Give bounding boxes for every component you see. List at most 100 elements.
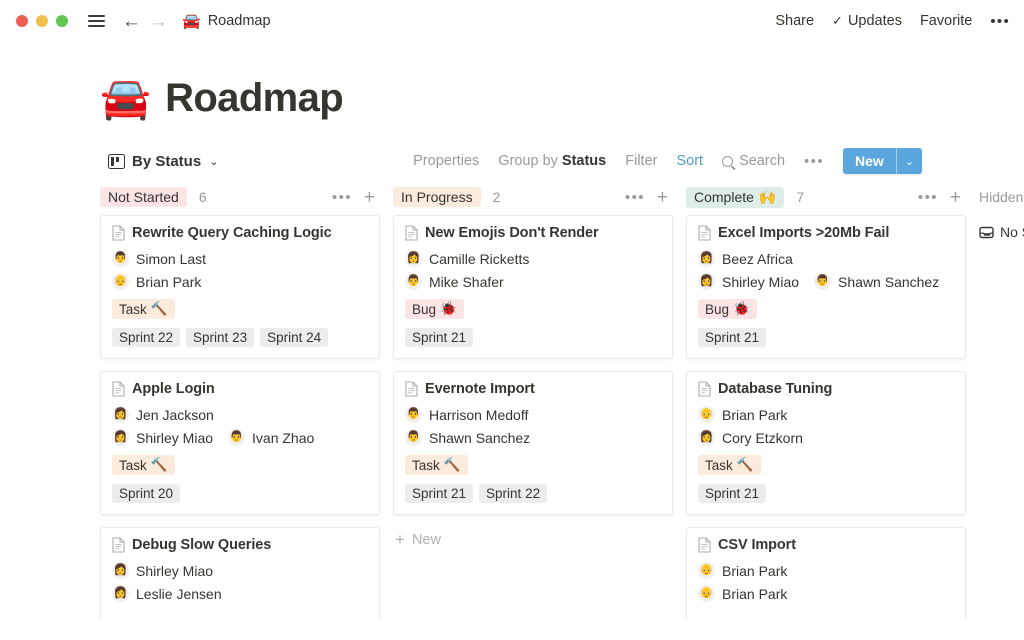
filter-button[interactable]: Filter bbox=[625, 153, 657, 169]
maximize-window-button[interactable] bbox=[56, 15, 68, 27]
person-chip[interactable]: 👨 Mike Shafer bbox=[405, 273, 504, 290]
person-chip[interactable]: 👴 Brian Park bbox=[112, 273, 201, 290]
sprint-tag[interactable]: Sprint 21 bbox=[698, 484, 767, 503]
board-card[interactable]: Evernote Import 👨 Harrison Medoff 👨 Shawn Sa… bbox=[393, 371, 673, 515]
board-card[interactable]: Apple Login 👩 Jen Jackson 👩 Shirley Miao 👨 Iva… bbox=[100, 371, 380, 515]
board-card[interactable]: CSV Import 👴 Brian Park 👴 Brian Park bbox=[686, 527, 966, 619]
board-card[interactable]: Database Tuning 👴 Brian Park 👩 Cory Etzkorn T… bbox=[686, 371, 966, 515]
person-chip[interactable]: 👨 Simon Last bbox=[112, 250, 206, 267]
card-people-row: 👩 Shirley Miao bbox=[112, 562, 368, 579]
view-tab-by-status[interactable]: By Status ⌄ bbox=[108, 153, 218, 170]
person-chip[interactable]: 👨 Shawn Sanchez bbox=[405, 429, 530, 446]
status-badge[interactable]: In Progress bbox=[393, 187, 481, 207]
column-more-icon[interactable]: ••• bbox=[918, 189, 938, 206]
card-people-row: 👴 Brian Park bbox=[698, 406, 954, 423]
avatar: 👨 bbox=[405, 406, 422, 423]
updates-label: Updates bbox=[847, 13, 902, 29]
add-new-card-button[interactable]: + New bbox=[393, 527, 686, 552]
hamburger-icon[interactable] bbox=[84, 9, 108, 33]
sprint-tag[interactable]: Sprint 22 bbox=[479, 484, 548, 503]
more-options-icon[interactable]: ••• bbox=[990, 13, 1010, 30]
board-card[interactable]: New Emojis Don't Render 👩 Camille Ricketts… bbox=[393, 215, 673, 359]
type-tag-emoji: 🔨 bbox=[150, 301, 168, 316]
sprint-tag[interactable]: Sprint 21 bbox=[698, 328, 767, 347]
card-people-row: 👩 Jen Jackson bbox=[112, 406, 368, 423]
favorite-button[interactable]: Favorite bbox=[920, 13, 972, 29]
sprint-tag[interactable]: Sprint 24 bbox=[260, 328, 329, 347]
status-label: Complete bbox=[694, 189, 754, 205]
person-chip[interactable]: 👴 Brian Park bbox=[698, 406, 787, 423]
type-tag-emoji: 🐞 bbox=[733, 301, 750, 316]
type-tag[interactable]: Task 🔨 bbox=[405, 455, 468, 475]
person-chip[interactable]: 👴 Brian Park bbox=[698, 562, 787, 579]
chevron-down-icon[interactable]: ⌄ bbox=[897, 148, 922, 174]
type-tag[interactable]: Bug 🐞 bbox=[405, 299, 464, 319]
person-chip[interactable]: 👩 Beez Africa bbox=[698, 250, 793, 267]
card-type-tag-row: Bug 🐞 bbox=[405, 299, 661, 319]
new-button[interactable]: New ⌄ bbox=[842, 148, 922, 174]
type-tag-emoji: 🔨 bbox=[443, 457, 461, 472]
page-title[interactable]: Roadmap bbox=[165, 76, 344, 121]
board-card[interactable]: Rewrite Query Caching Logic 👨 Simon Last 👴 B… bbox=[100, 215, 380, 359]
car-icon[interactable]: 🚘 bbox=[100, 78, 151, 119]
person-chip[interactable]: 👨 Harrison Medoff bbox=[405, 406, 528, 423]
breadcrumb[interactable]: 🚘 Roadmap bbox=[182, 13, 271, 29]
avatar: 👴 bbox=[112, 273, 129, 290]
back-arrow-icon[interactable]: ← bbox=[122, 12, 141, 31]
share-button[interactable]: Share bbox=[775, 13, 814, 29]
person-chip[interactable]: 👩 Shirley Miao bbox=[112, 429, 213, 446]
type-tag-emoji: 🔨 bbox=[150, 457, 168, 472]
minimize-window-button[interactable] bbox=[36, 15, 48, 27]
updates-button[interactable]: ✓ Updates bbox=[832, 13, 902, 29]
card-title: CSV Import bbox=[718, 537, 796, 553]
column-add-icon[interactable]: + bbox=[950, 188, 961, 207]
status-label: In Progress bbox=[401, 189, 473, 205]
person-chip[interactable]: 👴 Brian Park bbox=[698, 585, 787, 602]
status-badge[interactable]: Not Started bbox=[100, 187, 187, 207]
person-chip[interactable]: 👩 Camille Ricketts bbox=[405, 250, 529, 267]
type-tag[interactable]: Bug 🐞 bbox=[698, 299, 757, 319]
group-by-prefix: Group by bbox=[498, 153, 562, 169]
person-chip[interactable]: 👩 Jen Jackson bbox=[112, 406, 214, 423]
person-chip[interactable]: 👨 Shawn Sanchez bbox=[814, 273, 939, 290]
window-titlebar: ← → 🚘 Roadmap Share ✓ Updates Favorite •… bbox=[0, 0, 1024, 42]
avatar: 👩 bbox=[112, 585, 129, 602]
column-more-icon[interactable]: ••• bbox=[332, 189, 352, 206]
forward-arrow-icon[interactable]: → bbox=[149, 12, 168, 31]
toolbar-more-icon[interactable]: ••• bbox=[804, 153, 824, 170]
sprint-tag[interactable]: Sprint 22 bbox=[112, 328, 181, 347]
sprint-tag[interactable]: Sprint 21 bbox=[405, 484, 474, 503]
hidden-group-item[interactable]: No Status bbox=[979, 224, 1024, 240]
type-tag[interactable]: Task 🔨 bbox=[112, 455, 175, 475]
properties-button[interactable]: Properties bbox=[413, 153, 479, 169]
column-more-icon[interactable]: ••• bbox=[625, 189, 645, 206]
person-chip[interactable]: 👨 Ivan Zhao bbox=[228, 429, 314, 446]
group-by-button[interactable]: Group by Status bbox=[498, 153, 606, 169]
card-sprint-tag-row: Sprint 21 bbox=[698, 328, 954, 347]
person-chip[interactable]: 👩 Cory Etzkorn bbox=[698, 429, 803, 446]
type-tag-label: Task bbox=[705, 457, 733, 473]
person-chip[interactable]: 👩 Leslie Jensen bbox=[112, 585, 222, 602]
avatar: 👨 bbox=[228, 429, 246, 446]
sprint-tag[interactable]: Sprint 23 bbox=[186, 328, 255, 347]
search-button[interactable]: Search bbox=[722, 153, 785, 169]
status-badge[interactable]: Complete 🙌 bbox=[686, 186, 785, 208]
card-sprint-tag-row: Sprint 21 bbox=[405, 328, 661, 347]
column-add-icon[interactable]: + bbox=[364, 188, 375, 207]
type-tag[interactable]: Task 🔨 bbox=[698, 455, 761, 475]
person-name: Mike Shafer bbox=[429, 273, 504, 290]
hidden-label: Hidden bbox=[979, 189, 1024, 205]
type-tag[interactable]: Task 🔨 bbox=[112, 299, 175, 319]
person-chip[interactable]: 👩 Shirley Miao bbox=[698, 273, 799, 290]
person-chip[interactable]: 👩 Shirley Miao bbox=[112, 562, 213, 579]
sprint-tag[interactable]: Sprint 20 bbox=[112, 484, 181, 503]
sort-button[interactable]: Sort bbox=[676, 153, 703, 169]
board-card[interactable]: Debug Slow Queries 👩 Shirley Miao 👩 Leslie J… bbox=[100, 527, 380, 619]
close-window-button[interactable] bbox=[16, 15, 28, 27]
column-add-icon[interactable]: + bbox=[657, 188, 668, 207]
board-card[interactable]: Excel Imports >20Mb Fail 👩 Beez Africa 👩 Shi… bbox=[686, 215, 966, 359]
page-document-icon bbox=[112, 537, 125, 553]
chevron-down-icon: ⌄ bbox=[209, 155, 219, 168]
card-sprint-tag-row: Sprint 21 Sprint 22 bbox=[405, 484, 661, 503]
sprint-tag[interactable]: Sprint 21 bbox=[405, 328, 474, 347]
